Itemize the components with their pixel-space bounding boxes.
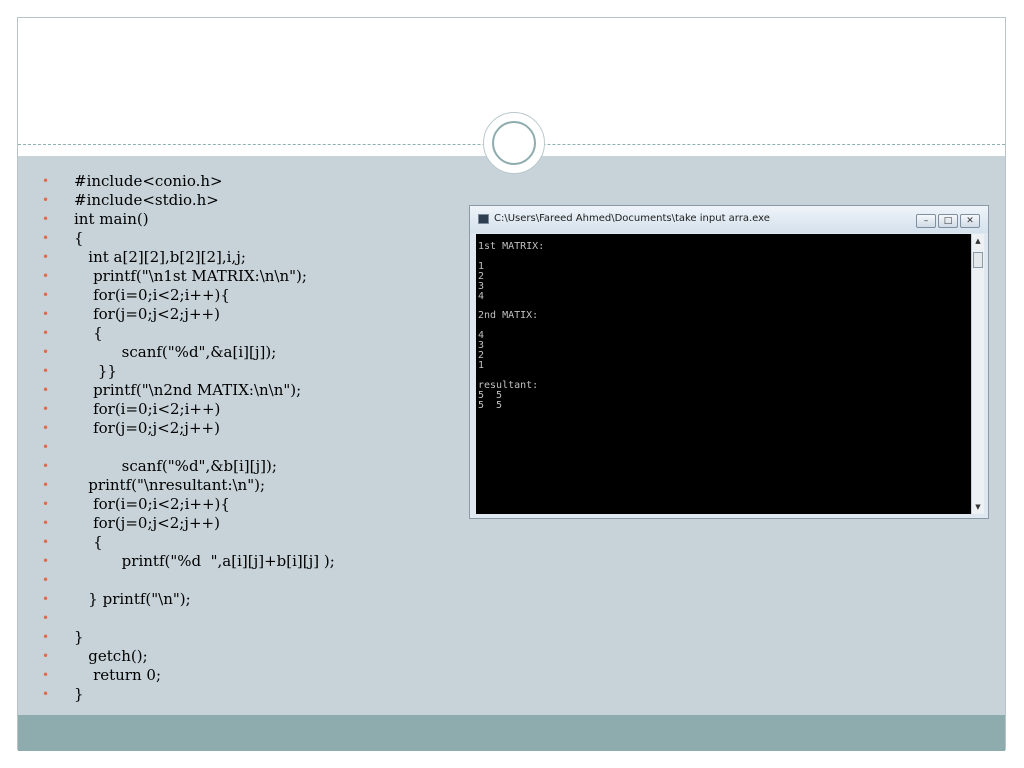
bullet-icon: • [42,630,50,644]
code-line-text: { [74,324,103,342]
circle-ornament [483,112,545,174]
minimize-button[interactable]: – [916,214,936,228]
code-line-text: printf("\n1st MATRIX:\n\n"); [74,267,307,285]
code-line: • [36,438,335,457]
close-button[interactable]: ✕ [960,214,980,228]
bullet-icon: • [42,364,50,378]
code-line-text: printf("\nresultant:\n"); [74,476,266,494]
code-line-text: for(i=0;i<2;i++){ [74,495,230,513]
bullet-icon: • [42,497,50,511]
bullet-icon: • [42,212,50,226]
bullet-icon: • [42,687,50,701]
code-line-text: printf("%d ",a[i][j]+b[i][j] ); [74,552,335,570]
bullet-icon: • [42,535,50,549]
code-line-text: for(j=0;j<2;j++) [74,419,220,437]
code-line-text: getch(); [74,647,148,665]
bullet-icon: • [42,668,50,682]
circle-ornament-inner [492,121,536,165]
code-line: • for(j=0;j<2;j++) [36,305,335,324]
code-line-text: int a[2][2],b[2][2],i,j; [74,248,246,266]
code-line-text: #include<conio.h> [74,172,223,190]
code-line-text: int main() [74,210,149,228]
console-title: C:\Users\Fareed Ahmed\Documents\take inp… [494,213,770,224]
bullet-icon: • [42,288,50,302]
code-line: • for(i=0;i<2;i++){ [36,495,335,514]
bullet-icon: • [42,174,50,188]
code-line: • } printf("\n"); [36,590,335,609]
code-line-text: #include<stdio.h> [74,191,219,209]
maximize-button[interactable]: □ [938,214,958,228]
code-line-text: { [74,229,84,247]
code-line-text: } [74,628,84,646]
code-line: • #include<stdio.h> [36,191,335,210]
code-line: • printf("%d ",a[i][j]+b[i][j] ); [36,552,335,571]
window-controls: – □ ✕ [914,214,980,228]
bullet-icon: • [42,326,50,340]
code-line-text: scanf("%d",&b[i][j]); [74,457,277,475]
code-line-text: for(j=0;j<2;j++) [74,305,220,323]
console-window: C:\Users\Fareed Ahmed\Documents\take inp… [469,205,989,519]
code-line-text: } printf("\n"); [74,590,191,608]
code-line: • [36,571,335,590]
code-line: • }} [36,362,335,381]
code-line-text: for(j=0;j<2;j++) [74,514,220,532]
code-line-text: }} [74,362,117,380]
code-line: • printf("\nresultant:\n"); [36,476,335,495]
code-line: • for(j=0;j<2;j++) [36,514,335,533]
vertical-scrollbar[interactable]: ▲ ▼ [971,234,984,514]
bullet-icon: • [42,402,50,416]
bullet-icon: • [42,592,50,606]
bullet-icon: • [42,573,50,587]
console-app-icon [478,214,489,224]
code-line-text: for(i=0;i<2;i++){ [74,286,230,304]
code-line-text: printf("\n2nd MATIX:\n\n"); [74,381,302,399]
code-line: •} [36,685,335,704]
code-line: • for(i=0;i<2;i++) [36,400,335,419]
bullet-icon: • [42,440,50,454]
code-line: • return 0; [36,666,335,685]
code-line: • [36,609,335,628]
code-line-text: { [74,533,103,551]
bullet-icon: • [42,459,50,473]
bullet-icon: • [42,269,50,283]
code-line: • scanf("%d",&a[i][j]); [36,343,335,362]
console-output-text: 1st MATRIX: 1 2 3 4 2nd MATIX: 4 3 2 1 r… [478,241,545,411]
code-line: • { [36,533,335,552]
bullet-icon: • [42,231,50,245]
code-line: •{ [36,229,335,248]
scroll-thumb[interactable] [973,252,983,268]
code-bullet-list: • #include<conio.h> • #include<stdio.h> • int… [36,172,335,704]
console-titlebar[interactable]: C:\Users\Fareed Ahmed\Documents\take inp… [470,206,988,233]
console-output-area[interactable]: 1st MATRIX: 1 2 3 4 2nd MATIX: 4 3 2 1 r… [476,234,971,514]
code-line: • int main() [36,210,335,229]
code-line: • getch(); [36,647,335,666]
bullet-icon: • [42,478,50,492]
bullet-icon: • [42,307,50,321]
bullet-icon: • [42,516,50,530]
bullet-icon: • [42,611,50,625]
code-line-text: return 0; [74,666,162,684]
bullet-icon: • [42,250,50,264]
bullet-icon: • [42,421,50,435]
code-line: • { [36,324,335,343]
bullet-icon: • [42,383,50,397]
code-line-text: scanf("%d",&a[i][j]); [74,343,277,361]
bullet-icon: • [42,554,50,568]
bullet-icon: • [42,649,50,663]
code-line: • for(i=0;i<2;i++){ [36,286,335,305]
bullet-icon: • [42,345,50,359]
code-line: •} [36,628,335,647]
code-line: • scanf("%d",&b[i][j]); [36,457,335,476]
code-line: • printf("\n1st MATRIX:\n\n"); [36,267,335,286]
code-line: • #include<conio.h> [36,172,335,191]
code-line: • int a[2][2],b[2][2],i,j; [36,248,335,267]
scroll-down-arrow-icon[interactable]: ▼ [972,502,984,512]
code-line-text: for(i=0;i<2;i++) [74,400,221,418]
code-line-text: } [74,685,84,703]
code-line: • for(j=0;j<2;j++) [36,419,335,438]
scroll-up-arrow-icon[interactable]: ▲ [972,236,984,246]
footer-band [18,715,1005,751]
bullet-icon: • [42,193,50,207]
code-line: • printf("\n2nd MATIX:\n\n"); [36,381,335,400]
